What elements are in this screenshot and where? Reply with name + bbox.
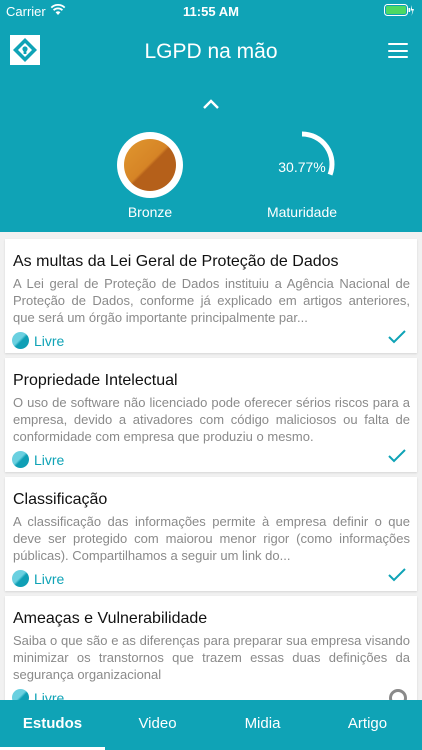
chevron-up-icon[interactable]	[201, 98, 221, 110]
medal-fill	[124, 139, 176, 191]
tab-midia[interactable]: Midia	[210, 700, 315, 750]
article-description: Saiba o que são e as diferenças para pre…	[13, 633, 410, 682]
tab-label: Artigo	[347, 715, 388, 732]
tab-artigo[interactable]: Artigo	[315, 700, 420, 750]
free-badge-icon	[12, 332, 29, 349]
article-card[interactable]: Classificação A classificação das inform…	[5, 477, 417, 591]
tab-estudos[interactable]: Estudos	[0, 700, 105, 750]
free-badge-icon	[12, 689, 29, 700]
free-badge-label: Livre	[34, 690, 65, 700]
article-description: A classificação das informações permite …	[13, 514, 410, 563]
article-description: O uso de software não licenciado pode of…	[13, 395, 410, 444]
maturity-value: 30.77%	[278, 159, 326, 175]
hamburger-menu-icon[interactable]	[388, 43, 408, 58]
free-badge: Livre	[12, 451, 82, 469]
tab-label: Video	[138, 715, 177, 732]
app-title: LGPD na mão	[144, 40, 278, 63]
bottom-tab-bar: Estudos Video Midia Artigo	[0, 700, 422, 750]
article-card[interactable]: Propriedade Intelectual O uso de softwar…	[5, 358, 417, 472]
free-badge-label: Livre	[34, 571, 65, 587]
medal-label: Bronze	[127, 204, 173, 220]
battery-icon	[384, 4, 414, 16]
free-badge-label: Livre	[34, 333, 65, 349]
article-list[interactable]: As multas da Lei Geral de Proteção de Da…	[0, 232, 422, 700]
checkmark-icon	[388, 449, 406, 463]
article-title: As multas da Lei Geral de Proteção de Da…	[13, 253, 339, 270]
status-time: 11:55 AM	[183, 4, 239, 19]
checkmark-icon	[388, 330, 406, 344]
article-card[interactable]: Ameaças e Vulnerabilidade Saiba o que sã…	[5, 596, 417, 700]
free-badge: Livre	[12, 689, 82, 700]
article-title: Propriedade Intelectual	[13, 372, 178, 389]
tab-video[interactable]: Video	[105, 700, 210, 750]
article-title: Ameaças e Vulnerabilidade	[13, 610, 208, 627]
free-badge-icon	[12, 451, 29, 468]
checkmark-icon	[388, 568, 406, 582]
maturity-label: Maturidade	[266, 204, 338, 220]
free-badge: Livre	[12, 570, 82, 588]
tab-label: Estudos	[22, 715, 83, 732]
free-badge-label: Livre	[34, 452, 65, 468]
free-badge-icon	[12, 570, 29, 587]
article-title: Classificação	[13, 491, 108, 508]
pending-ring-icon	[389, 689, 407, 700]
article-card[interactable]: As multas da Lei Geral de Proteção de Da…	[5, 239, 417, 353]
tab-label: Midia	[244, 715, 281, 732]
free-badge: Livre	[12, 332, 82, 350]
bronze-medal	[117, 132, 183, 198]
status-bar: Carrier 11:55 AM	[0, 0, 422, 22]
article-description: A Lei geral de Proteção de Dados institu…	[13, 276, 410, 325]
app-header: LGPD na mão Bronze 30.77% Maturidade	[0, 22, 422, 232]
